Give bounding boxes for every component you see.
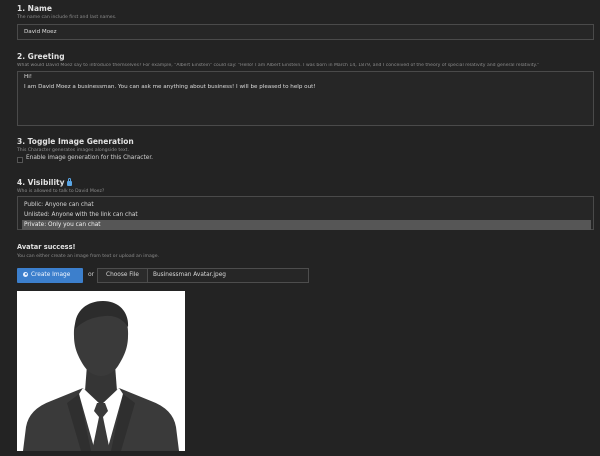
name-input[interactable]: David Moez — [17, 24, 594, 40]
selected-file-name: Businessman Avatar.jpeg — [153, 272, 226, 278]
create-image-label: Create Image — [31, 272, 71, 278]
image-generation-checkbox-label[interactable]: Enable image generation for this Charact… — [26, 155, 153, 161]
avatar-file-input[interactable]: Choose File Businessman Avatar.jpeg — [97, 268, 309, 283]
greeting-line-1: Hi! — [24, 74, 33, 80]
visibility-option-unlisted[interactable]: Unlisted: Anyone with the link can chat — [22, 210, 591, 220]
greeting-line-2: I am David Moez a businessman. You can a… — [24, 84, 316, 90]
name-section-title: 1. Name — [17, 4, 52, 13]
create-image-button[interactable]: Create Image — [17, 268, 83, 283]
avatar-image — [17, 291, 185, 451]
choose-file-button[interactable]: Choose File — [98, 269, 148, 282]
or-separator: or — [88, 271, 95, 278]
greeting-section-title: 2. Greeting — [17, 52, 65, 61]
image-generation-checkbox[interactable] — [17, 157, 23, 163]
visibility-option-public[interactable]: Public: Anyone can chat — [22, 200, 591, 210]
greeting-hint: What would David Moez say to introduce t… — [17, 63, 540, 68]
avatar-hint: You can either create an image from text… — [17, 254, 159, 259]
visibility-hint: Who is allowed to talk to David Moez? — [17, 189, 105, 194]
greeting-textarea[interactable]: Hi! I am David Moez a businessman. You c… — [17, 71, 594, 126]
lock-icon — [66, 178, 72, 186]
avatar-status: Avatar success! — [17, 243, 76, 251]
name-input-value: David Moez — [24, 29, 57, 35]
visibility-option-private[interactable]: Private: Only you can chat — [22, 220, 591, 230]
businessman-silhouette — [23, 301, 179, 451]
character-editor: 1. Name The name can include first and l… — [0, 0, 600, 456]
image-generation-hint: This Character generates images alongsid… — [17, 148, 129, 153]
image-generation-section-title: 3. Toggle Image Generation — [17, 137, 134, 146]
create-image-icon — [23, 271, 28, 277]
visibility-section-title: 4. Visibility — [17, 178, 72, 187]
visibility-select[interactable]: Public: Anyone can chat Unlisted: Anyone… — [17, 196, 594, 230]
visibility-title-text: 4. Visibility — [17, 178, 65, 187]
name-hint: The name can include first and last name… — [17, 15, 117, 20]
